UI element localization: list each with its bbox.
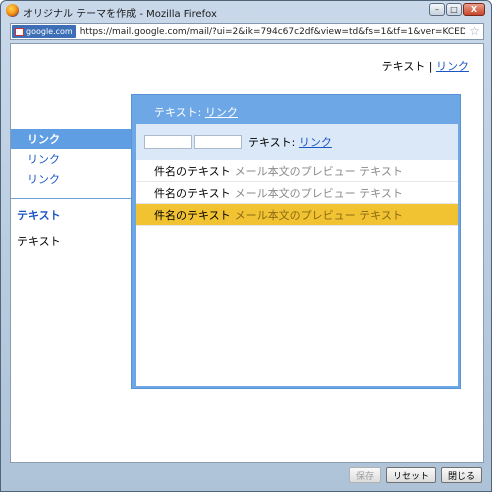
sidebar-item-label: リンク [27, 173, 60, 186]
message-subject: 件名のテキスト [154, 208, 231, 222]
toolbar-link[interactable]: リンク [299, 136, 332, 149]
maximize-button[interactable]: □ [446, 3, 462, 16]
toolbar-input-1[interactable] [144, 135, 192, 149]
toolbar-label: テキスト: [248, 136, 299, 149]
top-text: テキスト [381, 60, 426, 73]
sidebar-item-label: リンク [27, 153, 60, 166]
bookmark-star-icon[interactable]: ☆ [469, 25, 480, 38]
save-button[interactable]: 保存 [348, 467, 381, 483]
message-panel: テキスト: リンク テキスト: リンク 件名のテキスト メール本文のプレビュー … [131, 94, 461, 389]
top-separator: | [425, 60, 436, 73]
panel-inner: テキスト: リンク 件名のテキスト メール本文のプレビュー テキスト 件名のテキ… [136, 124, 458, 386]
sidebar-divider [11, 198, 133, 199]
site-badge-label: google.com [26, 27, 73, 36]
minimize-button[interactable]: – [429, 3, 445, 16]
panel-header: テキスト: リンク [154, 104, 238, 120]
window-title: オリジナル テーマを作成 - Mozilla Firefox [23, 9, 217, 20]
close-window-button[interactable]: X [463, 3, 485, 16]
sidebar-item-link-2[interactable]: リンク [11, 149, 133, 169]
browser-window: オリジナル テーマを作成 - Mozilla Firefox – □ X goo… [0, 0, 492, 492]
message-preview: メール本文のプレビュー テキスト [234, 186, 403, 200]
message-subject: 件名のテキスト [154, 164, 231, 178]
site-identity-badge[interactable]: google.com [12, 25, 76, 38]
dialog-buttons: 保存 リセット 閉じる [348, 467, 482, 483]
panel-header-link[interactable]: リンク [205, 106, 238, 119]
sidebar-item-link-1[interactable]: リンク [11, 129, 133, 149]
page-content: テキスト | リンク リンク リンク リンク テキスト テキスト テキスト: リ… [10, 43, 484, 463]
message-preview: メール本文のプレビュー テキスト [234, 208, 403, 222]
sidebar-section-text: テキスト [17, 235, 61, 248]
message-row[interactable]: 件名のテキスト メール本文のプレビュー テキスト [136, 182, 458, 204]
top-links: テキスト | リンク [382, 58, 469, 74]
url-text[interactable]: https://mail.google.com/mail/?ui=2&ik=79… [80, 27, 465, 37]
message-preview: メール本文のプレビュー テキスト [234, 164, 403, 178]
address-bar[interactable]: google.com https://mail.google.com/mail/… [10, 23, 484, 40]
sidebar: リンク リンク リンク テキスト テキスト [11, 129, 133, 249]
top-link[interactable]: リンク [436, 60, 469, 73]
message-toolbar: テキスト: リンク [136, 124, 458, 160]
panel-header-text: テキスト: [154, 106, 205, 119]
sidebar-item-link-3[interactable]: リンク [11, 169, 133, 189]
close-button[interactable]: 閉じる [440, 467, 482, 483]
sidebar-item-label: リンク [27, 133, 60, 146]
message-subject: 件名のテキスト [154, 186, 231, 200]
gmail-icon [15, 27, 24, 36]
window-controls: – □ X [429, 3, 485, 16]
firefox-icon [6, 4, 19, 17]
message-row-selected[interactable]: 件名のテキスト メール本文のプレビュー テキスト [136, 204, 458, 226]
sidebar-section-blue-text: テキスト [17, 209, 61, 222]
reset-button[interactable]: リセット [385, 467, 436, 483]
toolbar-text: テキスト: リンク [248, 134, 332, 150]
toolbar-input-2[interactable] [194, 135, 242, 149]
title-bar: オリジナル テーマを作成 - Mozilla Firefox – □ X [1, 1, 491, 21]
message-row[interactable]: 件名のテキスト メール本文のプレビュー テキスト [136, 160, 458, 182]
